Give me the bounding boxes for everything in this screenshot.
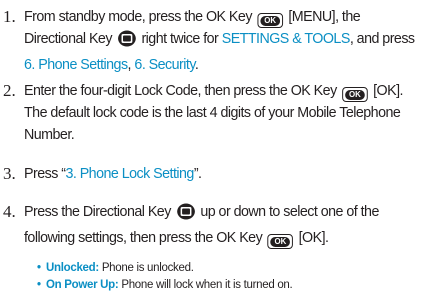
directional-key-icon — [117, 30, 136, 54]
step-text-segment: ”. — [193, 166, 202, 182]
settings-options-list: • Unlocked: Phone is unlocked. • On Powe… — [37, 260, 422, 294]
option-description: Phone will lock when it is turned on. — [121, 279, 293, 291]
bullet-dot: • — [37, 262, 41, 274]
option-term: Unlocked: — [46, 262, 99, 274]
list-item: • On Power Up: Phone will lock when it i… — [37, 277, 422, 294]
step-text-segment: , and press — [349, 31, 415, 47]
step-text: From standby mode, press the OK Key OK [… — [24, 6, 418, 76]
step-text-segment: , — [127, 57, 132, 73]
option-description: Phone is unlocked. — [101, 262, 194, 274]
step-number: 1. — [3, 7, 16, 26]
bullet-dot: • — [37, 279, 41, 291]
directional-key-icon — [176, 203, 195, 227]
ok-key-icon: OK — [257, 13, 283, 28]
menu-path-highlight: SETTINGS & TOOLS — [221, 31, 351, 47]
step-text: Enter the four-digit Lock Code, then pre… — [24, 80, 418, 146]
list-item: • Unlocked: Phone is unlocked. — [37, 260, 422, 277]
step-text-segment: Press “ — [24, 166, 66, 182]
menu-path-highlight: 6. Phone Settings — [24, 57, 128, 73]
step-number: 2. — [3, 81, 16, 100]
option-term: On Power Up: — [46, 279, 119, 291]
step-number: 4. — [3, 202, 16, 221]
step-text-segment: From standby mode, press the OK Key — [24, 9, 252, 25]
instruction-page: 1. From standby mode, press the OK Key O… — [0, 0, 426, 296]
step-text-segment: [OK]. — [298, 230, 329, 246]
menu-path-highlight: 6. Security — [134, 57, 195, 73]
step-text-segment: . — [194, 57, 199, 73]
step-text-segment: Key — [88, 31, 113, 47]
ok-key-icon: OK — [267, 234, 294, 249]
ok-key-icon: OK — [342, 87, 368, 102]
step-text-segment: Enter the four-digit Lock Code, then pre… — [24, 83, 337, 99]
step-number: 3. — [3, 164, 16, 183]
step-text-segment: right twice for — [141, 31, 219, 47]
menu-path-highlight: 3. Phone Lock Setting — [65, 166, 194, 182]
step-text: Press “3. Phone Lock Setting”. — [24, 163, 418, 185]
step-text: Press the Directional Key up or down to … — [24, 201, 418, 249]
step-text-segment: Press the Directional Key — [24, 204, 171, 220]
